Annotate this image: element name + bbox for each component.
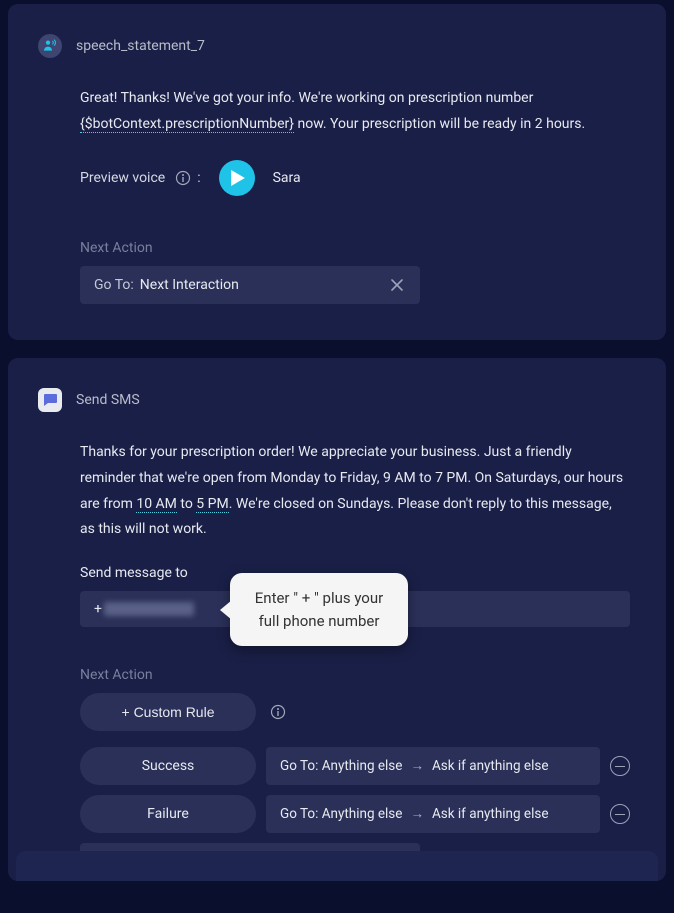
sms-icon bbox=[38, 388, 62, 412]
phone-input-wrap: + Enter " + " plus your full phone numbe… bbox=[80, 591, 630, 627]
card-header: speech_statement_7 bbox=[38, 34, 630, 58]
arrow-icon: → bbox=[410, 758, 424, 774]
goto-value: Next Interaction bbox=[140, 277, 388, 293]
info-icon[interactable] bbox=[175, 170, 191, 186]
next-action-label-2: Next Action bbox=[80, 667, 630, 683]
preview-voice-row: Preview voice : Sara bbox=[80, 160, 630, 196]
goto-anything-text: Go To: Anything else bbox=[280, 758, 402, 774]
failure-rule-row: Failure Go To: Anything else → Ask if an… bbox=[80, 795, 630, 833]
colon: : bbox=[197, 170, 200, 186]
sms-body-text: Thanks for your prescription order! We a… bbox=[80, 440, 630, 544]
cutoff-field bbox=[80, 843, 420, 851]
sms-body-mid: to bbox=[177, 496, 196, 512]
custom-rule-row: + Custom Rule bbox=[80, 693, 630, 731]
arrow-icon: → bbox=[410, 806, 424, 822]
phone-blurred-value bbox=[104, 602, 194, 616]
remove-rule-icon[interactable] bbox=[610, 756, 630, 776]
success-goto[interactable]: Go To: Anything else → Ask if anything e… bbox=[266, 747, 600, 785]
success-label[interactable]: Success bbox=[80, 747, 256, 785]
next-card-peek bbox=[16, 851, 658, 881]
ask-anything-text: Ask if anything else bbox=[432, 806, 549, 822]
goto-anything-text: Go To: Anything else bbox=[280, 806, 402, 822]
speech-body-text: Great! Thanks! We've got your info. We'r… bbox=[80, 86, 630, 138]
info-icon[interactable] bbox=[270, 704, 286, 720]
speech-statement-card: speech_statement_7 Great! Thanks! We've … bbox=[8, 4, 666, 340]
next-action-label: Next Action bbox=[80, 240, 630, 256]
voice-name: Sara bbox=[273, 170, 301, 186]
phone-prefix: + bbox=[94, 601, 102, 617]
card-header: Send SMS bbox=[38, 388, 630, 412]
goto-field[interactable]: Go To: Next Interaction bbox=[80, 266, 420, 304]
time-5pm: 5 PM bbox=[196, 496, 228, 513]
success-rule-row: Success Go To: Anything else → Ask if an… bbox=[80, 747, 630, 785]
goto-prefix: Go To: bbox=[94, 277, 134, 293]
body-post: now. Your prescription will be ready in … bbox=[294, 116, 585, 132]
remove-rule-icon[interactable] bbox=[610, 804, 630, 824]
phone-tooltip: Enter " + " plus your full phone number bbox=[230, 573, 408, 646]
ask-anything-text: Ask if anything else bbox=[432, 758, 549, 774]
body-pre: Great! Thanks! We've got your info. We'r… bbox=[80, 90, 533, 106]
preview-voice-label: Preview voice bbox=[80, 170, 165, 186]
card-title: speech_statement_7 bbox=[76, 38, 205, 54]
time-10am: 10 AM bbox=[136, 496, 177, 513]
bot-context-variable[interactable]: {$botContext.prescriptionNumber} bbox=[80, 116, 294, 133]
failure-goto[interactable]: Go To: Anything else → Ask if anything e… bbox=[266, 795, 600, 833]
failure-label[interactable]: Failure bbox=[80, 795, 256, 833]
card-title: Send SMS bbox=[76, 392, 140, 408]
send-sms-card: Send SMS Thanks for your prescription or… bbox=[8, 358, 666, 882]
clear-icon[interactable] bbox=[388, 276, 406, 294]
play-button[interactable] bbox=[219, 160, 255, 196]
add-custom-rule-button[interactable]: + Custom Rule bbox=[80, 693, 256, 731]
speech-person-icon bbox=[38, 34, 62, 58]
